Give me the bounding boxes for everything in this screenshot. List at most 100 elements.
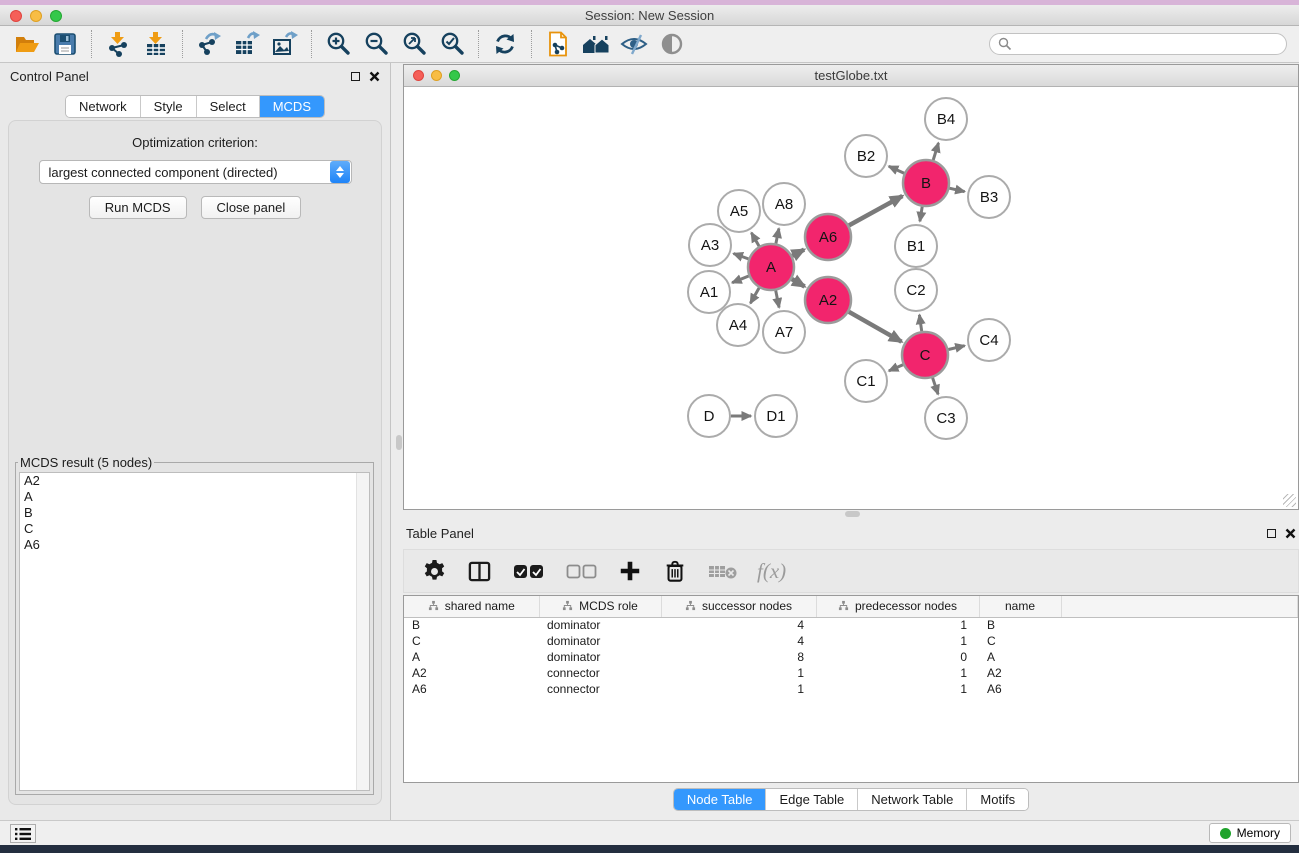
export-table-button[interactable] <box>228 29 266 59</box>
save-session-button[interactable] <box>46 29 84 59</box>
select-all-button[interactable] <box>510 557 546 585</box>
edge-A-A7[interactable] <box>776 291 779 308</box>
delete-column-button[interactable] <box>661 557 689 585</box>
node-B1[interactable]: B1 <box>895 225 937 267</box>
network-canvas[interactable]: B4 B2 B B3 B1 A5A8A6 A3 A A1A4A7A2 C2 C4 C C1 C3 D D1 <box>404 87 1298 509</box>
table-settings-button[interactable] <box>420 557 448 585</box>
table-row[interactable]: Cdominator41C <box>404 633 1298 649</box>
close-table-panel-icon[interactable] <box>1285 528 1296 539</box>
node-A5[interactable]: A5 <box>718 190 760 232</box>
search-input[interactable] <box>1017 37 1278 51</box>
node-A2[interactable]: A2 <box>805 277 851 323</box>
hide-graphics-button[interactable] <box>615 29 653 59</box>
node-C1[interactable]: C1 <box>845 360 887 402</box>
open-session-button[interactable] <box>8 29 46 59</box>
edge-B-B3[interactable] <box>949 188 964 191</box>
tab-network[interactable]: Network <box>66 96 141 117</box>
task-history-button[interactable] <box>10 824 36 843</box>
home-button[interactable] <box>577 29 615 59</box>
close-panel-button[interactable]: Close panel <box>201 196 302 219</box>
edge-A-A5[interactable] <box>751 233 759 247</box>
import-network-button[interactable] <box>99 29 137 59</box>
edge-A2-C[interactable] <box>849 312 902 342</box>
edge-A-A2[interactable] <box>792 279 805 287</box>
network-from-document-button[interactable] <box>539 29 577 59</box>
node-A8[interactable]: A8 <box>763 183 805 225</box>
node-C3[interactable]: C3 <box>925 397 967 439</box>
column-header-shared-name[interactable]: shared name <box>404 596 539 617</box>
node-D[interactable]: D <box>688 395 730 437</box>
node-C2[interactable]: C2 <box>895 269 937 311</box>
result-list-item[interactable]: A <box>20 489 369 505</box>
tab-node-table[interactable]: Node Table <box>674 789 767 810</box>
float-table-panel-icon[interactable] <box>1267 529 1276 538</box>
node-B4[interactable]: B4 <box>925 98 967 140</box>
close-panel-icon[interactable] <box>369 71 380 82</box>
edge-A-A4[interactable] <box>750 288 759 303</box>
node-C[interactable]: C <box>902 332 948 378</box>
node-A3[interactable]: A3 <box>689 224 731 266</box>
node-A4[interactable]: A4 <box>717 304 759 346</box>
export-network-button[interactable] <box>190 29 228 59</box>
deselect-all-button[interactable] <box>563 557 599 585</box>
table-row[interactable]: A2connector11A2 <box>404 665 1298 681</box>
edge-C-C3[interactable] <box>933 378 939 395</box>
float-panel-icon[interactable] <box>351 72 360 81</box>
import-table-button[interactable] <box>137 29 175 59</box>
vertical-scrollbar-thumb[interactable] <box>396 435 402 450</box>
run-mcds-button[interactable]: Run MCDS <box>89 196 187 219</box>
network-window-titlebar[interactable]: testGlobe.txt <box>404 65 1298 87</box>
result-list-item[interactable]: C <box>20 521 369 537</box>
horizontal-scrollbar-thumb[interactable] <box>845 511 860 517</box>
node-A7[interactable]: A7 <box>763 311 805 353</box>
column-header-name[interactable]: name <box>979 596 1061 617</box>
memory-button[interactable]: Memory <box>1209 823 1291 843</box>
criterion-dropdown[interactable]: largest connected component (directed) <box>39 160 352 184</box>
result-scrollbar-track[interactable] <box>356 473 369 790</box>
result-list-item[interactable]: B <box>20 505 369 521</box>
node-C4[interactable]: C4 <box>968 319 1010 361</box>
edge-A-A6[interactable] <box>792 250 804 256</box>
export-image-button[interactable] <box>266 29 304 59</box>
edge-C-C1[interactable] <box>889 365 903 371</box>
table-row[interactable]: A6connector11A6 <box>404 681 1298 697</box>
edge-A-A8[interactable] <box>776 229 779 244</box>
edge-A-A1[interactable] <box>732 276 749 283</box>
search-box[interactable] <box>989 33 1287 55</box>
table-row[interactable]: Adominator80A <box>404 649 1298 665</box>
refresh-button[interactable] <box>486 29 524 59</box>
result-list-item[interactable]: A6 <box>20 537 369 553</box>
tab-edge-table[interactable]: Edge Table <box>766 789 858 810</box>
zoom-fit-button[interactable] <box>395 29 433 59</box>
add-column-button[interactable] <box>616 557 644 585</box>
zoom-out-button[interactable] <box>357 29 395 59</box>
tab-mcds[interactable]: MCDS <box>260 96 324 117</box>
node-B3[interactable]: B3 <box>968 176 1010 218</box>
edge-C-C2[interactable] <box>919 315 921 331</box>
table-row[interactable]: Bdominator41B <box>404 617 1298 633</box>
node-B[interactable]: B <box>903 160 949 206</box>
tab-network-table[interactable]: Network Table <box>858 789 967 810</box>
zoom-selected-button[interactable] <box>433 29 471 59</box>
node-A1[interactable]: A1 <box>688 271 730 313</box>
tab-style[interactable]: Style <box>141 96 197 117</box>
edge-C-C4[interactable] <box>948 346 964 350</box>
node-D1[interactable]: D1 <box>755 395 797 437</box>
node-A[interactable]: A <box>748 244 794 290</box>
edge-B-B1[interactable] <box>920 207 922 222</box>
edge-A6-B[interactable] <box>849 196 902 225</box>
edge-A-A3[interactable] <box>734 254 749 259</box>
zoom-in-button[interactable] <box>319 29 357 59</box>
edge-B-B4[interactable] <box>933 143 938 160</box>
result-list-item[interactable]: A2 <box>20 473 369 489</box>
show-graphics-button[interactable] <box>653 29 691 59</box>
node-A6[interactable]: A6 <box>805 214 851 260</box>
tab-motifs[interactable]: Motifs <box>967 789 1028 810</box>
show-column-button[interactable] <box>465 557 493 585</box>
node-B2[interactable]: B2 <box>845 135 887 177</box>
column-header-predecessor-nodes[interactable]: predecessor nodes <box>816 596 979 617</box>
edge-B-B2[interactable] <box>889 166 904 173</box>
column-header-MCDS-role[interactable]: MCDS role <box>539 596 661 617</box>
network-graph-svg[interactable]: B4 B2 B B3 B1 A5A8A6 A3 A A1A4A7A2 C2 C4 C C1 C3 D D1 <box>404 87 1298 509</box>
tab-select[interactable]: Select <box>197 96 260 117</box>
